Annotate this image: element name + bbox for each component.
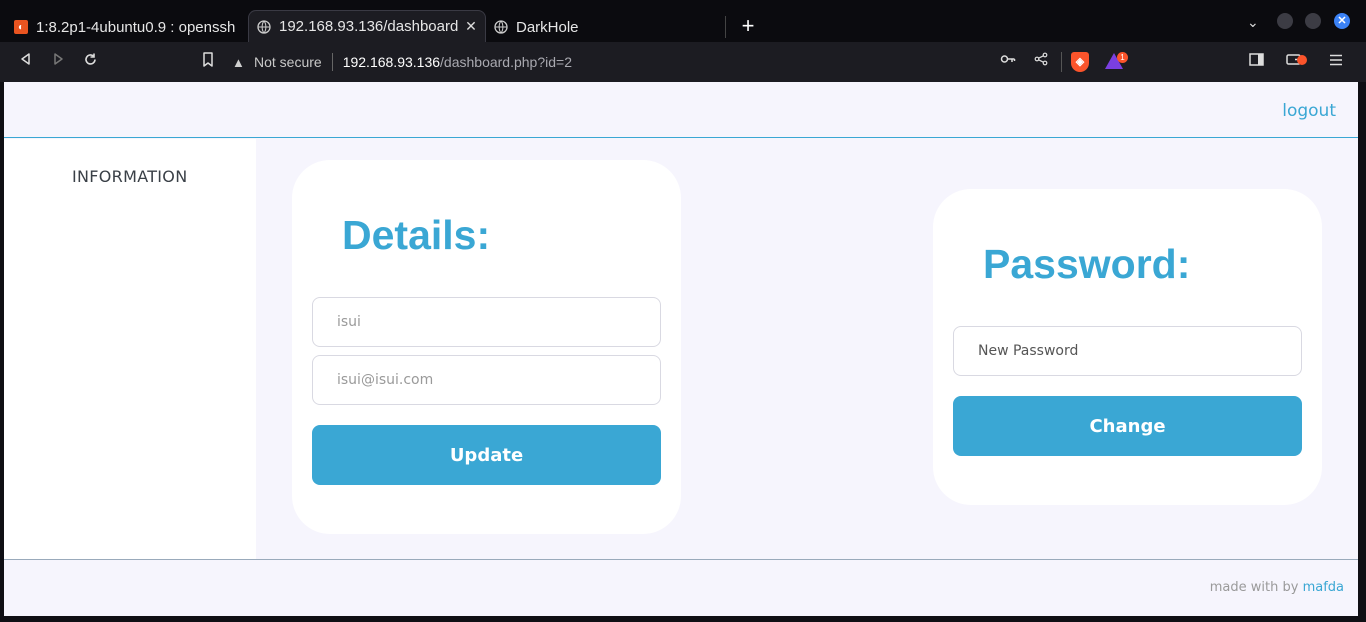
- page-header: logout: [4, 82, 1358, 138]
- footer-text: made with by mafda: [1210, 580, 1344, 595]
- key-icon[interactable]: [998, 52, 1018, 72]
- sidebar-item-information[interactable]: INFORMATION: [72, 167, 187, 186]
- details-title: Details:: [342, 212, 491, 258]
- password-title: Password:: [983, 241, 1191, 287]
- wallet-notification-dot: [1297, 55, 1307, 65]
- tab-list-chevron-icon[interactable]: ⌄: [1247, 14, 1259, 31]
- address-divider: [331, 53, 333, 71]
- not-secure-label[interactable]: Not secure: [254, 54, 322, 70]
- tab-title: DarkHole: [516, 18, 579, 36]
- tab-darkhole[interactable]: DarkHole: [494, 12, 714, 42]
- globe-icon: [257, 19, 271, 34]
- menu-icon[interactable]: [1326, 52, 1346, 72]
- author-link[interactable]: mafda: [1303, 580, 1344, 595]
- tab-dashboard[interactable]: 192.168.93.136/dashboard ✕: [248, 10, 486, 42]
- rewards-badge: 1: [1117, 52, 1128, 63]
- maximize-button[interactable]: [1305, 13, 1321, 29]
- ubuntu-icon: ◐: [14, 20, 28, 34]
- name-field[interactable]: [312, 297, 661, 347]
- share-icon[interactable]: [1031, 52, 1051, 72]
- details-card: Details: Update: [292, 160, 681, 534]
- globe-icon: [494, 20, 508, 34]
- new-password-field[interactable]: [953, 326, 1302, 376]
- page-footer: made with by mafda: [4, 559, 1358, 616]
- email-field[interactable]: [312, 355, 661, 405]
- new-tab-button[interactable]: +: [737, 13, 759, 39]
- close-window-button[interactable]: ✕: [1334, 13, 1350, 29]
- url-path: /dashboard.php?id=2: [440, 54, 572, 70]
- url-host: 192.168.93.136: [342, 54, 441, 70]
- back-icon[interactable]: [16, 52, 36, 72]
- close-tab-icon[interactable]: ✕: [461, 18, 481, 35]
- brave-shields-icon[interactable]: ◈: [1071, 52, 1089, 72]
- sidebar-toggle-icon[interactable]: [1246, 52, 1266, 72]
- tab-title: 1:8.2p1-4ubuntu0.9 : openssh: [36, 18, 236, 36]
- browser-tab-bar: ◐ 1:8.2p1-4ubuntu0.9 : openssh 192.168.9…: [0, 0, 1366, 42]
- change-button[interactable]: Change: [953, 396, 1302, 456]
- sidebar: INFORMATION: [4, 139, 256, 559]
- warning-icon[interactable]: ▲: [232, 55, 254, 70]
- tab-openssh[interactable]: ◐ 1:8.2p1-4ubuntu0.9 : openssh: [14, 12, 240, 42]
- page-viewport: logout INFORMATION Details: Update Passw…: [4, 82, 1358, 616]
- minimize-button[interactable]: [1277, 13, 1293, 29]
- update-button[interactable]: Update: [312, 425, 661, 485]
- footer-prefix: made with by: [1209, 580, 1303, 595]
- toolbar-divider: [1061, 52, 1062, 72]
- logout-link[interactable]: logout: [1282, 101, 1336, 121]
- address-bar[interactable]: ▲ Not secure 192.168.93.136 /dashboard.p…: [232, 48, 572, 76]
- forward-icon[interactable]: [48, 52, 68, 72]
- password-card: Password: Change: [933, 189, 1322, 505]
- tab-title: 192.168.93.136/dashboard: [279, 18, 459, 35]
- bookmark-icon[interactable]: [198, 52, 218, 72]
- reload-icon[interactable]: [80, 52, 100, 72]
- tab-divider: [725, 16, 726, 38]
